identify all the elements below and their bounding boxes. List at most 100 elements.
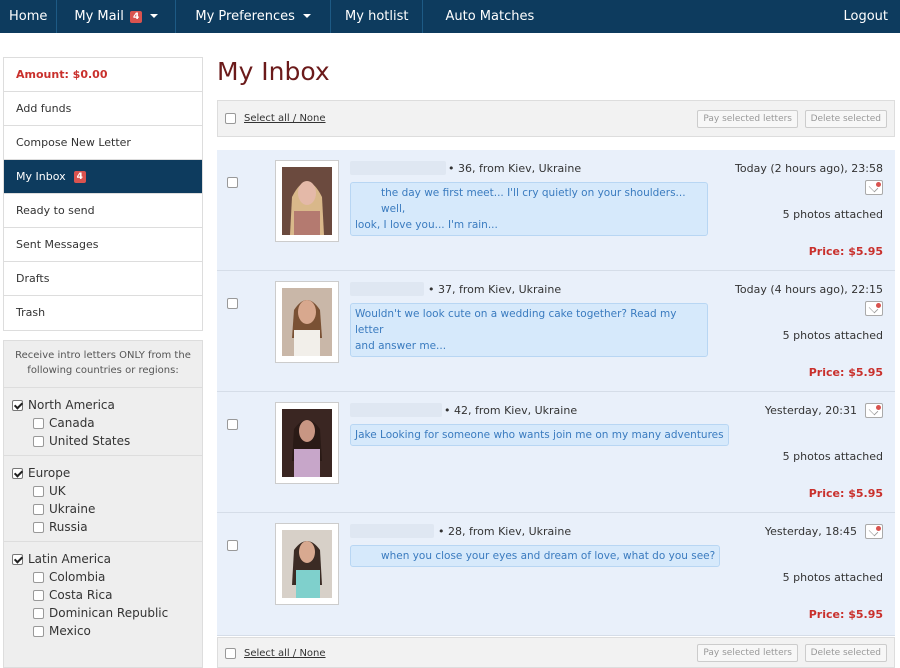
checkbox[interactable] (33, 625, 44, 637)
profile-photo-image (282, 288, 332, 356)
checkbox[interactable] (33, 435, 44, 447)
country-checkbox-russia[interactable]: Russia (12, 518, 202, 536)
delete-selected-button[interactable]: Delete selected (804, 644, 887, 662)
page-title: My Inbox (217, 57, 330, 86)
letter-row[interactable]: • 37, from Kiev, Ukraine Wouldn't we loo… (217, 271, 895, 392)
top-navbar: Home My Mail 4 My Preferences My hotlist… (0, 0, 900, 33)
country-checkbox-canada[interactable]: Canada (12, 414, 202, 432)
inbox-toolbar-top: Select all / None Pay selected letters D… (217, 100, 895, 137)
nav-home-label: Home (9, 9, 48, 24)
letter-preview[interactable]: when you close your eyes and dream of lo… (350, 545, 721, 567)
letter-preview-line: the day we first meet... I'll cry quietl… (381, 187, 686, 215)
region-filter-panel: Receive intro letters ONLY from the foll… (3, 340, 203, 668)
region-group: Latin America Colombia Costa Rica Domini… (4, 542, 202, 645)
letter-checkbox[interactable] (227, 177, 238, 188)
sender-name-redacted (350, 524, 434, 538)
region-group: North America Canada United States (4, 388, 202, 456)
nav-auto-matches[interactable]: Auto Matches (423, 0, 556, 33)
checkbox[interactable] (33, 521, 44, 533)
country-checkbox-uk[interactable]: UK (12, 482, 202, 500)
country-label: UK (49, 484, 66, 498)
select-all-link[interactable]: Select all / None (225, 113, 326, 124)
select-all-link[interactable]: Select all / None (225, 648, 326, 659)
nav-my-hotlist-label: My hotlist (345, 9, 409, 24)
sidebar-item-drafts[interactable]: Drafts (4, 262, 202, 296)
country-label: Ukraine (49, 502, 96, 516)
checkbox[interactable] (12, 467, 23, 479)
sidebar-item-label: My Inbox (16, 170, 66, 183)
nav-my-mail-label: My Mail (74, 9, 124, 24)
country-label: Mexico (49, 624, 91, 638)
sidebar-item-compose[interactable]: Compose New Letter (4, 126, 202, 160)
country-checkbox-mexico[interactable]: Mexico (12, 622, 202, 640)
letter-checkbox[interactable] (227, 540, 238, 551)
sender-photo[interactable] (275, 402, 339, 484)
letter-preview[interactable]: Jake Looking for someone who wants join … (350, 424, 729, 446)
sidebar-item-my-inbox[interactable]: My Inbox 4 (4, 160, 202, 194)
country-checkbox-united-states[interactable]: United States (12, 432, 202, 450)
envelope-icon[interactable] (865, 301, 883, 316)
nav-my-preferences[interactable]: My Preferences (176, 0, 332, 33)
region-label: Latin America (28, 552, 111, 566)
country-label: United States (49, 434, 131, 448)
letter-price: Price: $5.95 (808, 366, 883, 379)
letter-checkbox[interactable] (227, 419, 238, 430)
letter-row[interactable]: • 36, from Kiev, Ukraine the day we firs… (217, 150, 895, 271)
checkbox[interactable] (33, 485, 44, 497)
region-checkbox-latin-america[interactable]: Latin America (12, 550, 202, 568)
country-checkbox-costa-rica[interactable]: Costa Rica (12, 586, 202, 604)
sidebar-item-add-funds[interactable]: Add funds (4, 92, 202, 126)
country-checkbox-dominican-republic[interactable]: Dominican Republic (12, 604, 202, 622)
nav-my-mail[interactable]: My Mail 4 (57, 0, 177, 33)
pay-selected-button[interactable]: Pay selected letters (697, 110, 798, 128)
envelope-icon[interactable] (865, 403, 883, 418)
region-label: North America (28, 398, 115, 412)
country-checkbox-ukraine[interactable]: Ukraine (12, 500, 202, 518)
envelope-icon[interactable] (865, 524, 883, 539)
select-all-label: Select all / None (244, 113, 326, 124)
sender-info: • 37, from Kiev, Ukraine (428, 283, 562, 296)
region-checkbox-europe[interactable]: Europe (12, 464, 202, 482)
checkbox[interactable] (12, 399, 23, 411)
nav-home[interactable]: Home (0, 0, 58, 33)
sidebar-item-trash[interactable]: Trash (4, 296, 202, 330)
nav-logout[interactable]: Logout (835, 0, 900, 33)
letter-date: Today (4 hours ago), 22:15 (735, 283, 883, 296)
checkbox[interactable] (33, 417, 44, 429)
checkbox[interactable] (33, 607, 44, 619)
checkbox[interactable] (12, 553, 23, 565)
nav-my-hotlist[interactable]: My hotlist (331, 0, 424, 33)
sidebar-item-sent-messages[interactable]: Sent Messages (4, 228, 202, 262)
sender-info: • 28, from Kiev, Ukraine (438, 525, 572, 538)
pay-selected-button[interactable]: Pay selected letters (697, 644, 798, 662)
checkbox[interactable] (33, 503, 44, 515)
profile-photo-image (282, 530, 332, 598)
letter-price: Price: $5.95 (808, 245, 883, 258)
photos-attached: 5 photos attached (782, 329, 883, 342)
country-label: Dominican Republic (49, 606, 169, 620)
letter-row[interactable]: • 28, from Kiev, Ukraine when you close … (217, 513, 895, 636)
sender-photo[interactable] (275, 281, 339, 363)
envelope-icon[interactable] (865, 180, 883, 195)
sidebar-item-ready-to-send[interactable]: Ready to send (4, 194, 202, 228)
letter-preview[interactable]: Wouldn't we look cute on a wedding cake … (350, 303, 708, 357)
delete-selected-button[interactable]: Delete selected (804, 110, 887, 128)
sender-photo[interactable] (275, 523, 339, 605)
country-checkbox-colombia[interactable]: Colombia (12, 568, 202, 586)
sender-name-redacted (350, 161, 446, 175)
sender-photo[interactable] (275, 160, 339, 242)
sender-name-redacted (350, 282, 424, 296)
region-checkbox-north-america[interactable]: North America (12, 396, 202, 414)
letter-preview[interactable]: the day we first meet... I'll cry quietl… (350, 182, 708, 236)
sidebar-amount: Amount: $0.00 (4, 58, 202, 92)
sender-name-redacted (350, 403, 442, 417)
checkbox[interactable] (225, 648, 236, 659)
checkbox[interactable] (33, 589, 44, 601)
inbox-count-badge: 4 (73, 171, 86, 183)
letter-row[interactable]: • 42, from Kiev, Ukraine Jake Looking fo… (217, 392, 895, 513)
checkbox[interactable] (33, 571, 44, 583)
letter-checkbox[interactable] (227, 298, 238, 309)
checkbox[interactable] (225, 113, 236, 124)
photos-attached: 5 photos attached (782, 450, 883, 463)
caret-down-icon (303, 14, 312, 18)
